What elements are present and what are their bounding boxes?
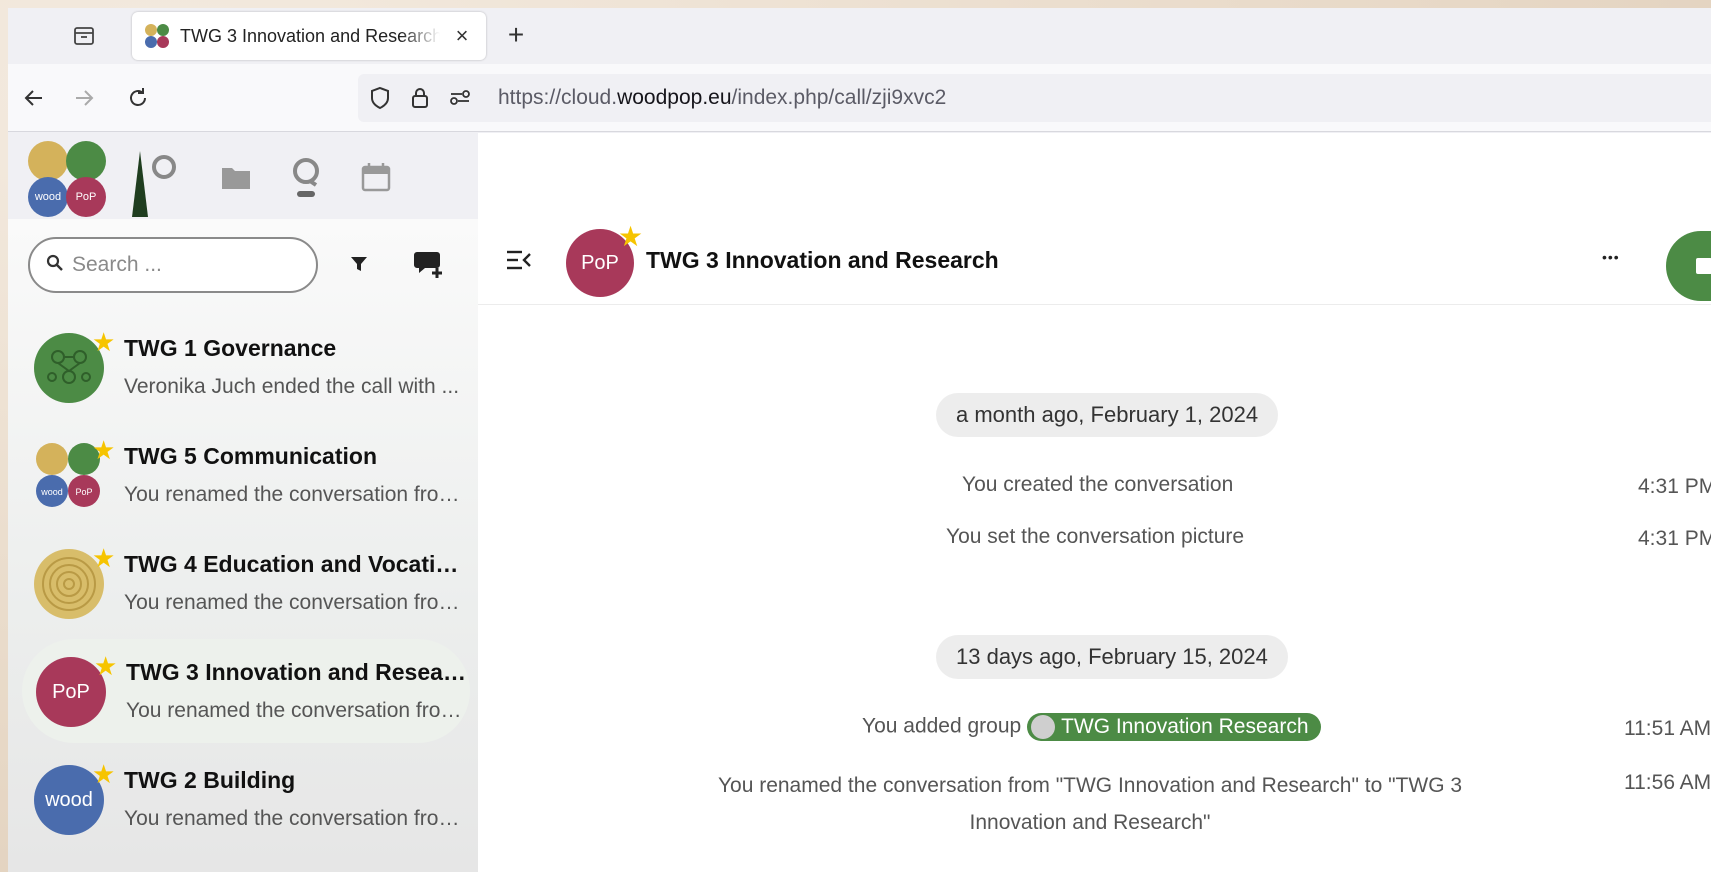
message-time: 4:31 PM — [1638, 475, 1711, 498]
conversation-item-twg3-active[interactable]: PoP ★ TWG 3 Innovation and Research You … — [22, 639, 472, 743]
back-arrow-icon[interactable] — [20, 84, 48, 112]
favorite-star-icon: ★ — [92, 759, 116, 789]
tab-list-icon[interactable] — [70, 22, 98, 50]
favorite-star-icon: ★ — [94, 651, 118, 681]
start-call-button[interactable] — [1666, 231, 1711, 301]
browser-tab-active[interactable]: TWG 3 Innovation and Research × — [132, 12, 486, 60]
favorite-star-icon[interactable]: ★ — [618, 223, 643, 251]
system-message: You created the conversation — [962, 473, 1234, 496]
favorite-star-icon: ★ — [92, 435, 116, 465]
reload-icon[interactable] — [124, 84, 152, 112]
system-message: You added group TWG Innovation Research — [862, 713, 1321, 741]
chat-header: PoP ★ TWG 3 Innovation and Research ••• — [478, 219, 1711, 305]
conversation-last-message: You renamed the conversation from ... — [124, 591, 470, 614]
favorite-star-icon: ★ — [92, 543, 116, 573]
chat-main-area: PoP ★ TWG 3 Innovation and Research ••• … — [478, 133, 1711, 872]
shield-icon[interactable] — [368, 86, 392, 110]
search-field[interactable] — [28, 237, 318, 293]
forward-arrow-icon[interactable] — [70, 84, 98, 112]
conversation-title: TWG 5 Communication — [124, 443, 377, 469]
new-tab-button[interactable]: + — [500, 20, 532, 50]
navigation-bar: https://cloud.woodpop.eu/index.php/call/… — [8, 64, 1711, 132]
conversation-list: ★ TWG 1 Governance Veronika Juch ended t… — [20, 315, 478, 855]
search-input[interactable] — [72, 253, 282, 277]
favicon-icon — [144, 23, 170, 49]
group-icon — [1031, 715, 1056, 739]
tab-title: TWG 3 Innovation and Research — [180, 25, 440, 46]
conversation-item-twg5[interactable]: wood PoP ★ TWG 5 Communication You rename… — [20, 423, 478, 527]
browser-window: TWG 3 Innovation and Research × + https:… — [8, 8, 1711, 872]
app-header: wood PoP — [8, 133, 478, 219]
message-time: 11:56 AM — [1624, 771, 1711, 794]
url-text[interactable]: https://cloud.woodpop.eu/index.php/call/… — [498, 86, 946, 110]
conversation-title: TWG 2 Building — [124, 767, 296, 793]
svg-text:wood: wood — [40, 487, 63, 497]
conversation-title: TWG 1 Governance — [124, 335, 337, 361]
conversation-item-twg1[interactable]: ★ TWG 1 Governance Veronika Juch ended t… — [20, 315, 478, 419]
conversation-title: TWG 4 Education and Vocational Training — [124, 551, 470, 577]
conversation-title: TWG 3 Innovation and Research — [126, 659, 472, 685]
tab-close-icon[interactable]: × — [450, 23, 474, 49]
calendar-icon[interactable] — [360, 161, 392, 193]
woodpop-logo[interactable]: wood PoP — [28, 141, 108, 217]
toggle-sidebar-icon[interactable] — [504, 245, 534, 275]
conversation-last-message: You renamed the conversation from ... — [124, 483, 470, 506]
favorite-star-icon: ★ — [92, 327, 116, 357]
date-separator: a month ago, February 1, 2024 — [936, 393, 1279, 437]
system-message: You set the conversation picture — [946, 525, 1245, 548]
search-icon — [46, 254, 64, 277]
svg-text:PoP: PoP — [75, 487, 92, 497]
conversation-title: TWG 3 Innovation and Research — [646, 247, 999, 273]
files-folder-icon[interactable] — [220, 161, 252, 193]
conversation-last-message: Veronika Juch ended the call with ... — [124, 375, 460, 398]
tree-icon[interactable] — [120, 141, 180, 217]
more-options-icon[interactable]: ••• — [1602, 249, 1620, 265]
new-conversation-icon[interactable] — [412, 247, 446, 281]
tab-strip: TWG 3 Innovation and Research × + — [8, 8, 1711, 64]
conversation-last-message: You renamed the conversation from ... — [126, 699, 472, 722]
conversation-item-twg4[interactable]: ★ TWG 4 Education and Vocational Trainin… — [20, 531, 478, 635]
message-time: 4:31 PM — [1638, 527, 1711, 550]
lock-icon[interactable] — [408, 86, 432, 110]
message-list: a month ago, February 1, 2024 You create… — [478, 307, 1711, 872]
system-message: You renamed the conversation from "TWG I… — [717, 774, 1463, 834]
date-separator: 13 days ago, February 15, 2024 — [936, 635, 1288, 679]
talk-app-icon[interactable] — [290, 155, 322, 199]
filter-icon[interactable] — [344, 249, 374, 279]
message-time: 11:51 AM — [1624, 717, 1711, 740]
address-bar[interactable]: https://cloud.woodpop.eu/index.php/call/… — [358, 74, 1711, 122]
group-mention-chip[interactable]: TWG Innovation Research — [1027, 713, 1321, 741]
conversations-sidebar: ★ TWG 1 Governance Veronika Juch ended t… — [8, 219, 478, 872]
conversation-item-twg2[interactable]: wood ★ TWG 2 Building You renamed the co… — [20, 747, 478, 851]
conversation-last-message: You renamed the conversation from ... — [124, 807, 470, 830]
video-camera-icon — [1696, 255, 1711, 282]
permissions-icon[interactable] — [448, 86, 472, 110]
